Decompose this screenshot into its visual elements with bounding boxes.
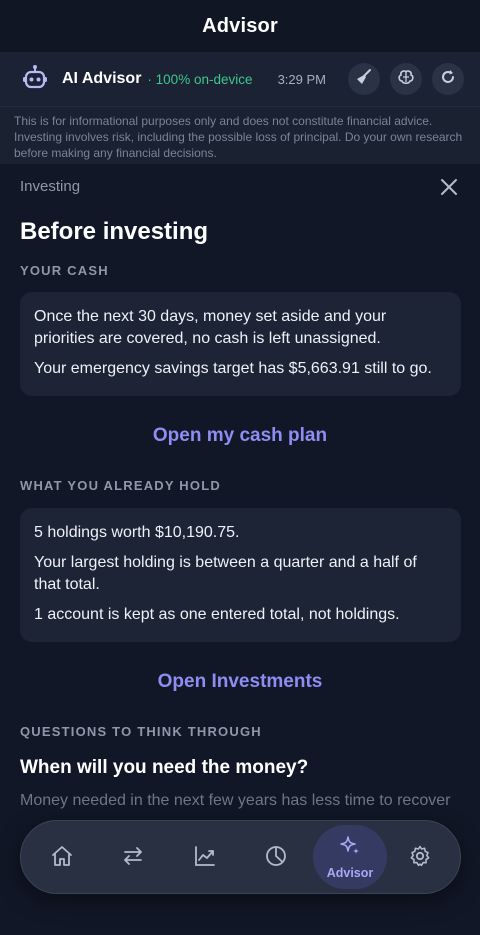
holdings-card: 5 holdings worth $10,190.75. Your larges… (20, 508, 461, 642)
tab-advisor[interactable]: Advisor (313, 825, 387, 889)
tab-home[interactable] (27, 821, 97, 895)
refresh-button[interactable] (432, 63, 464, 95)
tab-transactions[interactable] (98, 821, 168, 895)
clear-chat-button[interactable] (348, 63, 380, 95)
advisor-time: 3:29 PM (277, 71, 326, 87)
tab-advisor-label: Advisor (326, 866, 374, 880)
nav-header: Advisor (0, 0, 480, 52)
cash-line: Your emergency savings target has $5,663… (34, 360, 432, 377)
close-button[interactable] (438, 176, 460, 198)
advisor-status: · 100% on-device (147, 71, 253, 87)
advisor-bar: AI Advisor · 100% on-device 3:29 PM (0, 52, 480, 106)
cash-card: Once the next 30 days, money set aside a… (20, 292, 461, 396)
disclaimer-text: This is for informational purposes only … (0, 106, 480, 164)
tab-investments[interactable] (170, 821, 240, 895)
memory-button[interactable] (390, 63, 422, 95)
open-investments-link[interactable]: Open Investments (0, 671, 480, 693)
tab-bar: Advisor (20, 820, 461, 894)
open-cash-plan-link[interactable]: Open my cash plan (0, 425, 480, 447)
tab-budget[interactable] (241, 821, 311, 895)
close-icon (438, 179, 460, 202)
holdings-line: 5 holdings worth $10,190.75. (34, 524, 240, 541)
advisor-name: AI Advisor (62, 70, 142, 87)
robot-icon (18, 62, 52, 96)
brain-icon (397, 68, 415, 91)
trend-icon (193, 844, 217, 873)
gear-icon (408, 844, 432, 873)
questions-section-label: QUESTIONS TO THINK THROUGH (20, 724, 262, 739)
holdings-section-label: WHAT YOU ALREADY HOLD (20, 478, 221, 493)
broom-icon (355, 68, 373, 91)
home-icon (50, 844, 74, 873)
question-heading: When will you need the money? (20, 757, 309, 778)
cash-line: Once the next 30 days, money set aside a… (34, 308, 387, 347)
cash-section-label: YOUR CASH (20, 263, 109, 278)
sparkle-icon (338, 834, 362, 863)
holdings-line: Your largest holding is between a quarte… (34, 554, 417, 593)
page-title: Advisor (202, 14, 278, 37)
refresh-icon (439, 68, 457, 91)
sheet-label: Investing (20, 178, 81, 195)
sheet-title: Before investing (20, 218, 209, 245)
holdings-line: 1 account is kept as one entered total, … (34, 606, 400, 623)
question-answer-preview: Money needed in the next few years has l… (20, 792, 451, 809)
pie-chart-icon (264, 844, 288, 873)
tab-settings[interactable] (385, 821, 455, 895)
transfer-icon (121, 844, 145, 873)
